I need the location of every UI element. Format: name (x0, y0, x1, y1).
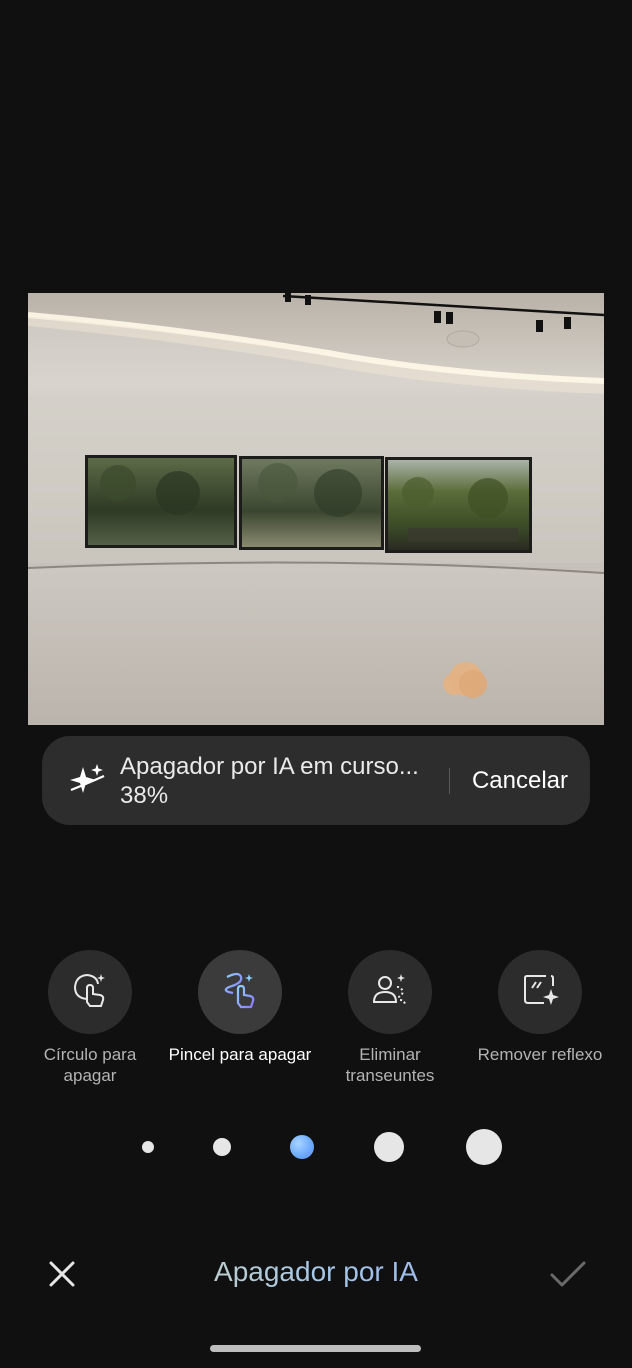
progress-status-text: Apagador por IA em curso... 38% (120, 752, 419, 809)
bottom-bar: Apagador por IA (0, 1240, 632, 1308)
toast-divider (449, 767, 450, 794)
brush-erase-icon (219, 969, 261, 1016)
erase-tools: Círculo para apagar Pincel para apagar E… (0, 950, 632, 1090)
tool-remove-reflection[interactable]: Remover reflexo (465, 950, 615, 1065)
screen-title: Apagador por IA (0, 1256, 632, 1288)
check-icon (548, 1261, 588, 1298)
ai-erase-progress-toast: Apagador por IA em curso... 38% Cancelar (42, 736, 590, 825)
brush-size-5[interactable] (466, 1129, 502, 1165)
ai-sparkle-icon (66, 760, 108, 802)
tool-remove-reflection-label: Remover reflexo (477, 1045, 603, 1064)
tool-brush-erase[interactable]: Pincel para apagar (165, 950, 315, 1065)
tool-remove-people-label: Eliminar transeuntes (345, 1045, 435, 1085)
tool-remove-people-button[interactable] (348, 950, 432, 1034)
brush-size-1[interactable] (142, 1141, 154, 1153)
tool-remove-reflection-button[interactable] (498, 950, 582, 1034)
home-indicator[interactable] (210, 1345, 421, 1352)
edited-photo[interactable] (28, 293, 604, 725)
remove-people-icon (370, 970, 410, 1015)
tool-brush-erase-label: Pincel para apagar (168, 1045, 312, 1064)
cancel-button[interactable]: Cancelar (472, 767, 568, 795)
tool-circle-erase-label: Círculo para apagar (43, 1045, 137, 1085)
brush-size-selector (0, 1120, 632, 1174)
tool-circle-erase[interactable]: Círculo para apagar (15, 950, 165, 1086)
brush-size-4[interactable] (374, 1132, 404, 1162)
tool-brush-erase-button[interactable] (198, 950, 282, 1034)
done-button[interactable] (548, 1254, 588, 1294)
remove-reflection-icon (520, 970, 560, 1015)
tool-circle-erase-button[interactable] (48, 950, 132, 1034)
brush-size-2[interactable] (213, 1138, 231, 1156)
brush-size-3[interactable] (290, 1135, 314, 1159)
tool-remove-people[interactable]: Eliminar transeuntes (315, 950, 465, 1086)
circle-erase-icon (70, 970, 110, 1015)
